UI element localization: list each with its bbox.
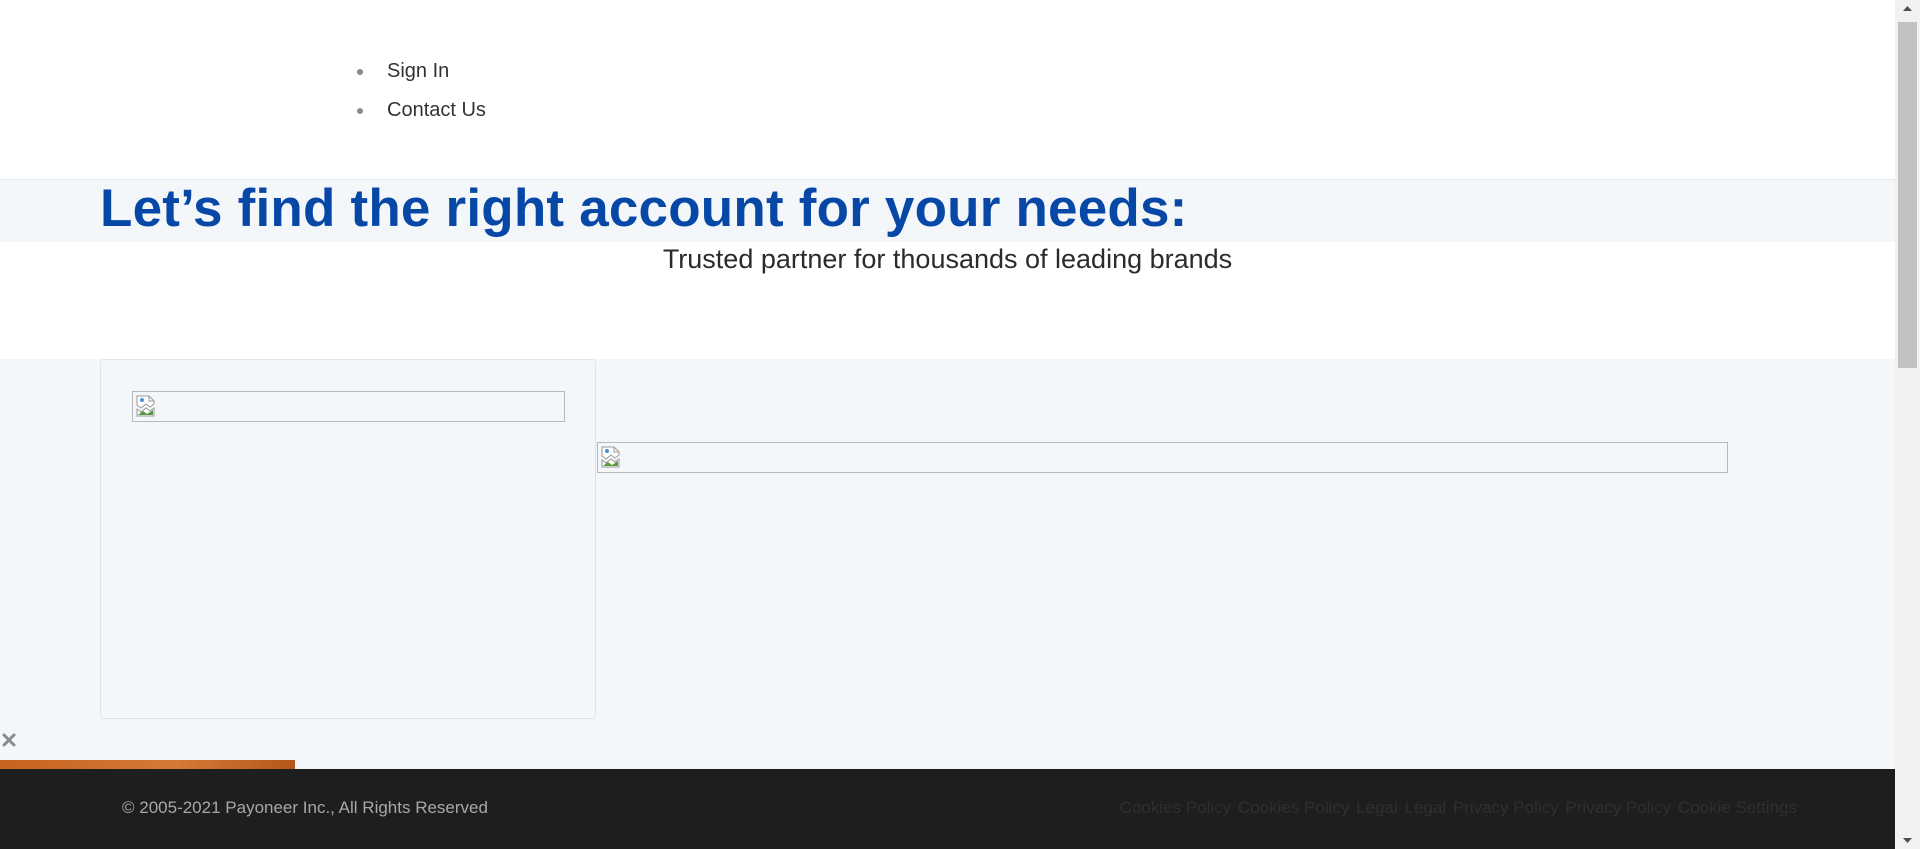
bullet-icon <box>357 69 363 75</box>
scroll-up-arrow-icon[interactable] <box>1895 0 1920 17</box>
site-header: Sign In Contact Us <box>0 0 1895 180</box>
nav-contact-us-label[interactable]: Contact Us <box>387 99 486 121</box>
footer-link-cookie-settings[interactable]: Cookie Settings <box>1678 798 1797 817</box>
footer-link-legal[interactable]: Legal <box>1356 798 1398 817</box>
bullet-icon <box>357 108 363 114</box>
page-title: Let’s find the right account for your ne… <box>100 179 1188 238</box>
footer-links: Cookies Policy Cookies Policy Legal Lega… <box>1118 798 1797 818</box>
footer-link-cookies-policy[interactable]: Cookies Policy <box>1120 798 1232 817</box>
header-nav: Sign In Contact Us <box>356 52 486 130</box>
nav-sign-in-label[interactable]: Sign In <box>387 60 449 82</box>
footer-link-legal[interactable]: Legal <box>1404 798 1446 817</box>
vertical-scrollbar[interactable] <box>1895 0 1920 849</box>
scroll-down-arrow-icon[interactable] <box>1895 832 1920 849</box>
copyright-text: © 2005-2021 Payoneer Inc., All Rights Re… <box>122 798 488 817</box>
footer-link-privacy-policy[interactable]: Privacy Policy <box>1565 798 1671 817</box>
broken-image-icon <box>136 395 155 417</box>
footer-link-privacy-policy[interactable]: Privacy Policy <box>1453 798 1559 817</box>
brands-image <box>597 442 1728 473</box>
nav-sign-in[interactable]: Sign In <box>356 52 486 91</box>
scrollbar-thumb[interactable] <box>1898 22 1917 368</box>
card-image <box>132 391 565 422</box>
close-icon[interactable] <box>1 732 17 748</box>
hero-subtitle: Trusted partner for thousands of leading… <box>662 244 1233 274</box>
nav-contact-us[interactable]: Contact Us <box>356 91 486 130</box>
broken-image-icon <box>601 446 620 468</box>
footer-link-cookies-policy[interactable]: Cookies Policy <box>1238 798 1350 817</box>
page: Sign In Contact Us Let’s find the right … <box>0 0 1920 849</box>
